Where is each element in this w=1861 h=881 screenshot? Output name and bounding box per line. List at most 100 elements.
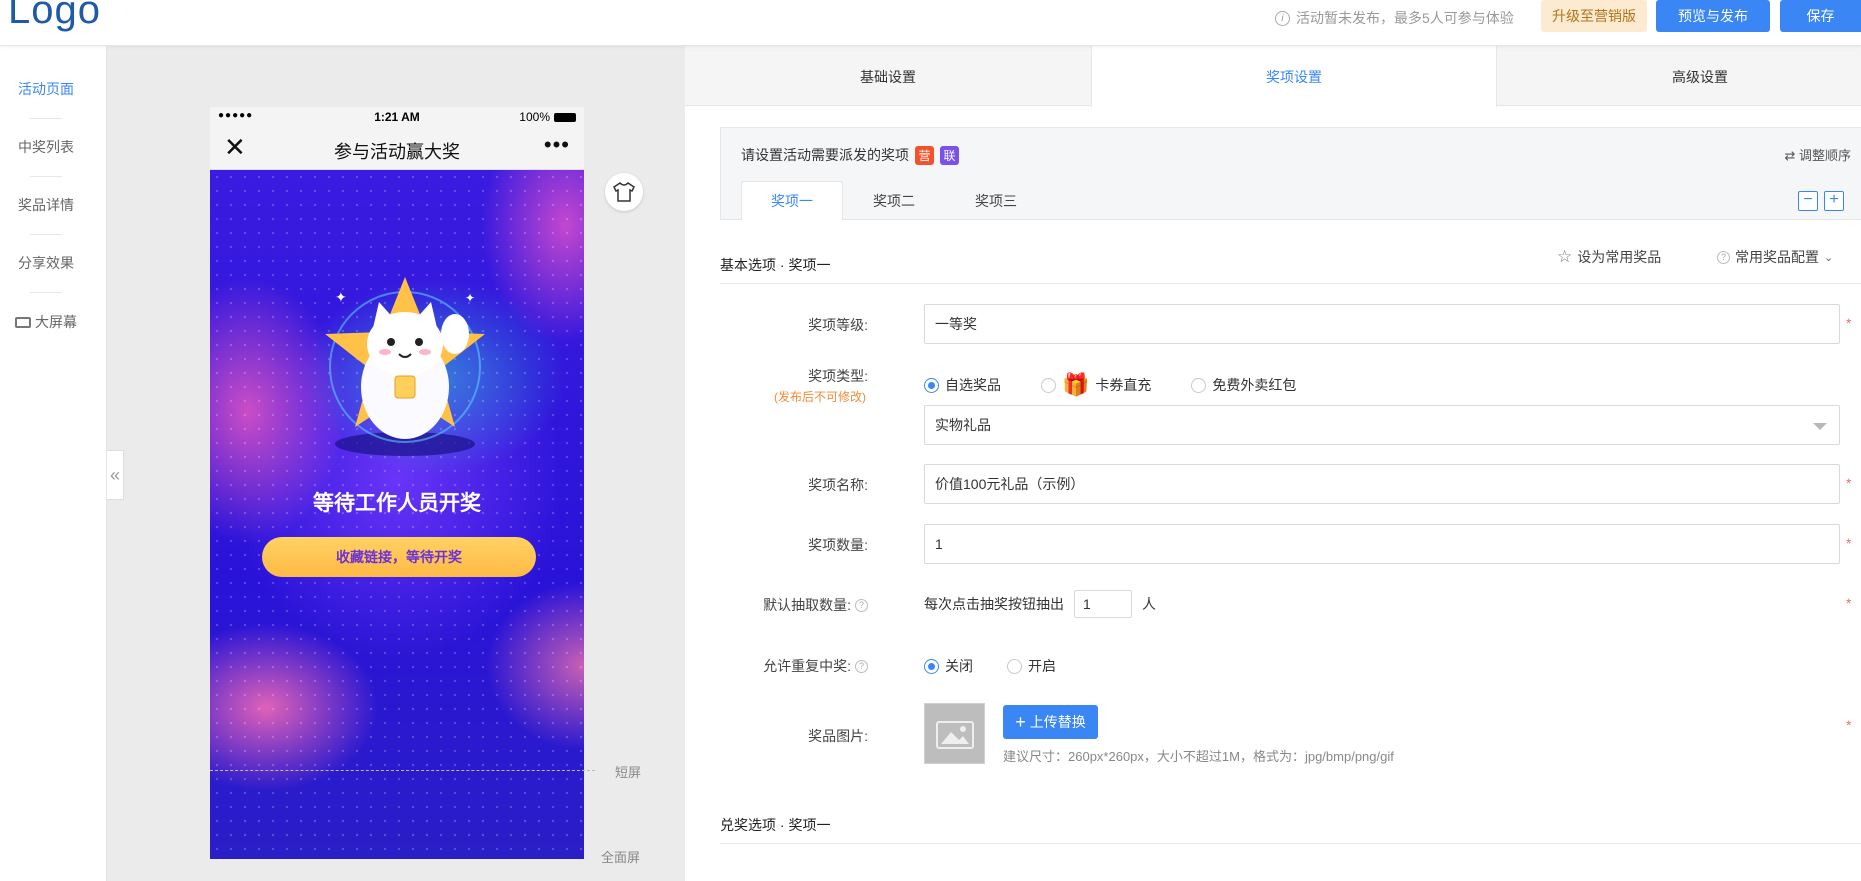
theme-shirt-button[interactable] [605,173,643,211]
shirt-icon [613,182,635,202]
prize-box-title: 请设置活动需要派发的奖项 营 联 [741,145,959,165]
phone-preview: ●●●●● 1:21 AM 100% ✕ 参与活动赢大奖 ••• ✦ ✦ 等待工… [210,107,584,859]
add-prize-button[interactable]: + [1824,191,1844,211]
repeat-win-label: 允许重复中奖:? [698,656,868,676]
nav-item-big-screen-label: 大屏幕 [35,314,77,330]
prize-qty-input[interactable]: 1 [924,524,1840,564]
settings-tabs: 基础设置 奖项设置 高级设置 [685,46,1861,107]
gift-icon: 🎁 [1062,372,1090,397]
radio-repeat-on-label: 开启 [1028,658,1056,674]
nav-item-winner-list[interactable]: 中奖列表 [0,137,92,157]
nav-item-prize-detail[interactable]: 奖品详情 [0,195,92,215]
prize-type-select-value: 实物礼品 [935,417,991,433]
remove-prize-button[interactable]: − [1798,191,1818,211]
required-mark: * [1846,475,1852,491]
save-button[interactable]: 保存 [1780,0,1861,32]
preview-publish-button[interactable]: 预览与发布 [1656,0,1770,32]
prize-tab-2[interactable]: 奖项二 [843,181,945,221]
redeem-section-title: 兑奖选项 · 奖项一 [720,817,831,833]
prize-name-label: 奖项名称: [808,477,868,493]
lucky-cat-illustration: ✦ ✦ [325,277,485,456]
prize-type-select[interactable]: 实物礼品 [924,405,1840,445]
prize-qty-label: 奖项数量: [808,537,868,553]
prize-level-input[interactable]: 一等奖 [924,304,1840,344]
repeat-win-radio-group: 关闭 开启 [924,656,1056,676]
prize-image-thumbnail[interactable] [924,703,985,764]
tab-advanced-settings[interactable]: 高级设置 [1497,46,1861,107]
publish-notice: i 活动暂未发布，最多5人可参与体验 [1275,8,1514,28]
alliance-tag: 联 [940,145,959,165]
radio-checked-icon [924,377,939,393]
draw-qty-row: 每次点击抽奖按钮抽出 1 人 [924,590,1156,618]
radio-repeat-off[interactable]: 关闭 [924,656,973,676]
draw-qty-prefix: 每次点击抽奖按钮抽出 [924,596,1064,612]
required-mark: * [1846,595,1852,611]
required-mark: * [1846,315,1852,331]
logo: Logo [8,0,101,32]
upload-replace-button[interactable]: + 上传替换 [1003,705,1098,739]
phone-status-bar: ●●●●● 1:21 AM 100% [210,107,584,127]
radio-custom-prize[interactable]: 自选奖品 [924,375,1001,395]
more-icon: ••• [543,132,570,157]
radio-repeat-off-label: 关闭 [945,658,973,674]
radio-repeat-on[interactable]: 开启 [1007,656,1056,676]
radio-checked-icon [924,658,939,674]
radio-delivery-redpacket-label: 免费外卖红包 [1212,377,1297,393]
favorite-config-dropdown[interactable]: ? 常用奖品配置 ⌄ [1717,247,1833,267]
nav-item-share-effect[interactable]: 分享效果 [0,253,92,273]
top-header: Logo i 活动暂未发布，最多5人可参与体验 升级至营销版 预览与发布 保存 [0,0,1861,46]
battery-icon [554,112,576,122]
radio-custom-prize-label: 自选奖品 [945,377,1001,393]
star-icon: ☆ [1557,247,1573,266]
favorite-config-label: 常用奖品配置 [1735,249,1819,265]
battery-percent: 100% [519,110,550,124]
radio-unchecked-icon [1191,377,1207,393]
publish-notice-text: 活动暂未发布，最多5人可参与体验 [1296,10,1514,26]
short-screen-label: 短屏 [615,765,642,780]
draw-qty-input[interactable]: 1 [1074,590,1132,618]
left-nav: 活动页面 中奖列表 奖品详情 分享效果 大屏幕 [0,46,107,881]
svg-text:✦: ✦ [465,291,475,305]
collapse-panel-button[interactable]: « [107,450,124,500]
full-screen-label: 全面屏 [601,850,641,865]
short-screen-guide [210,770,595,771]
repeat-win-label-text: 允许重复中奖: [763,658,851,674]
upload-hint: 建议尺寸：260px*260px，大小不超过1M，格式为：jpg/bmp/png… [1003,749,1394,764]
upgrade-button[interactable]: 升级至营销版 [1541,0,1647,32]
radio-delivery-redpacket[interactable]: 免费外卖红包 [1191,375,1296,395]
prize-name-input[interactable]: 价值100元礼品（示例） [924,464,1840,504]
chevron-down-icon: ⌄ [1824,251,1834,264]
section-divider [720,843,1861,844]
help-icon: ? [855,598,868,612]
radio-card-topup[interactable]: 🎁 卡券直充 [1041,372,1152,397]
tab-prize-settings[interactable]: 奖项设置 [1091,46,1497,107]
nav-item-activity-page[interactable]: 活动页面 [0,79,92,99]
draw-qty-suffix: 人 [1142,596,1156,612]
prize-level-label: 奖项等级: [808,317,868,333]
prize-tab-3[interactable]: 奖项三 [945,181,1047,221]
radio-card-topup-label: 卡券直充 [1095,377,1152,393]
set-favorite-label: 设为常用奖品 [1577,249,1662,265]
set-favorite-button[interactable]: ☆ 设为常用奖品 [1557,247,1661,267]
prize-type-radio-group: 自选奖品 🎁 卡券直充 免费外卖红包 [924,372,1296,397]
nav-divider [30,118,62,119]
tab-basic-settings[interactable]: 基础设置 [685,46,1091,107]
draw-qty-label-text: 默认抽取数量: [763,597,851,613]
required-mark: * [1846,717,1852,733]
upload-replace-label: 上传替换 [1029,714,1086,730]
help-icon: ? [1717,250,1730,264]
prize-tab-1[interactable]: 奖项一 [741,181,843,221]
status-battery: 100% [519,110,576,124]
prize-items-box: 请设置活动需要派发的奖项 营 联 ⇄ 调整顺序 奖项一 奖项二 奖项三 − + [720,127,1861,221]
image-placeholder-icon [935,720,974,749]
nav-divider [30,176,62,177]
reorder-button[interactable]: ⇄ 调整顺序 [1784,145,1851,164]
nav-item-big-screen[interactable]: 大屏幕 [0,312,92,332]
radio-unchecked-icon [1007,658,1022,674]
nav-divider [30,234,62,235]
big-screen-icon [15,317,31,328]
required-mark: * [1846,535,1852,551]
phone-page-title: 参与活动赢大奖 [334,142,460,162]
section-divider [720,283,1861,284]
svg-text:✦: ✦ [335,289,347,305]
